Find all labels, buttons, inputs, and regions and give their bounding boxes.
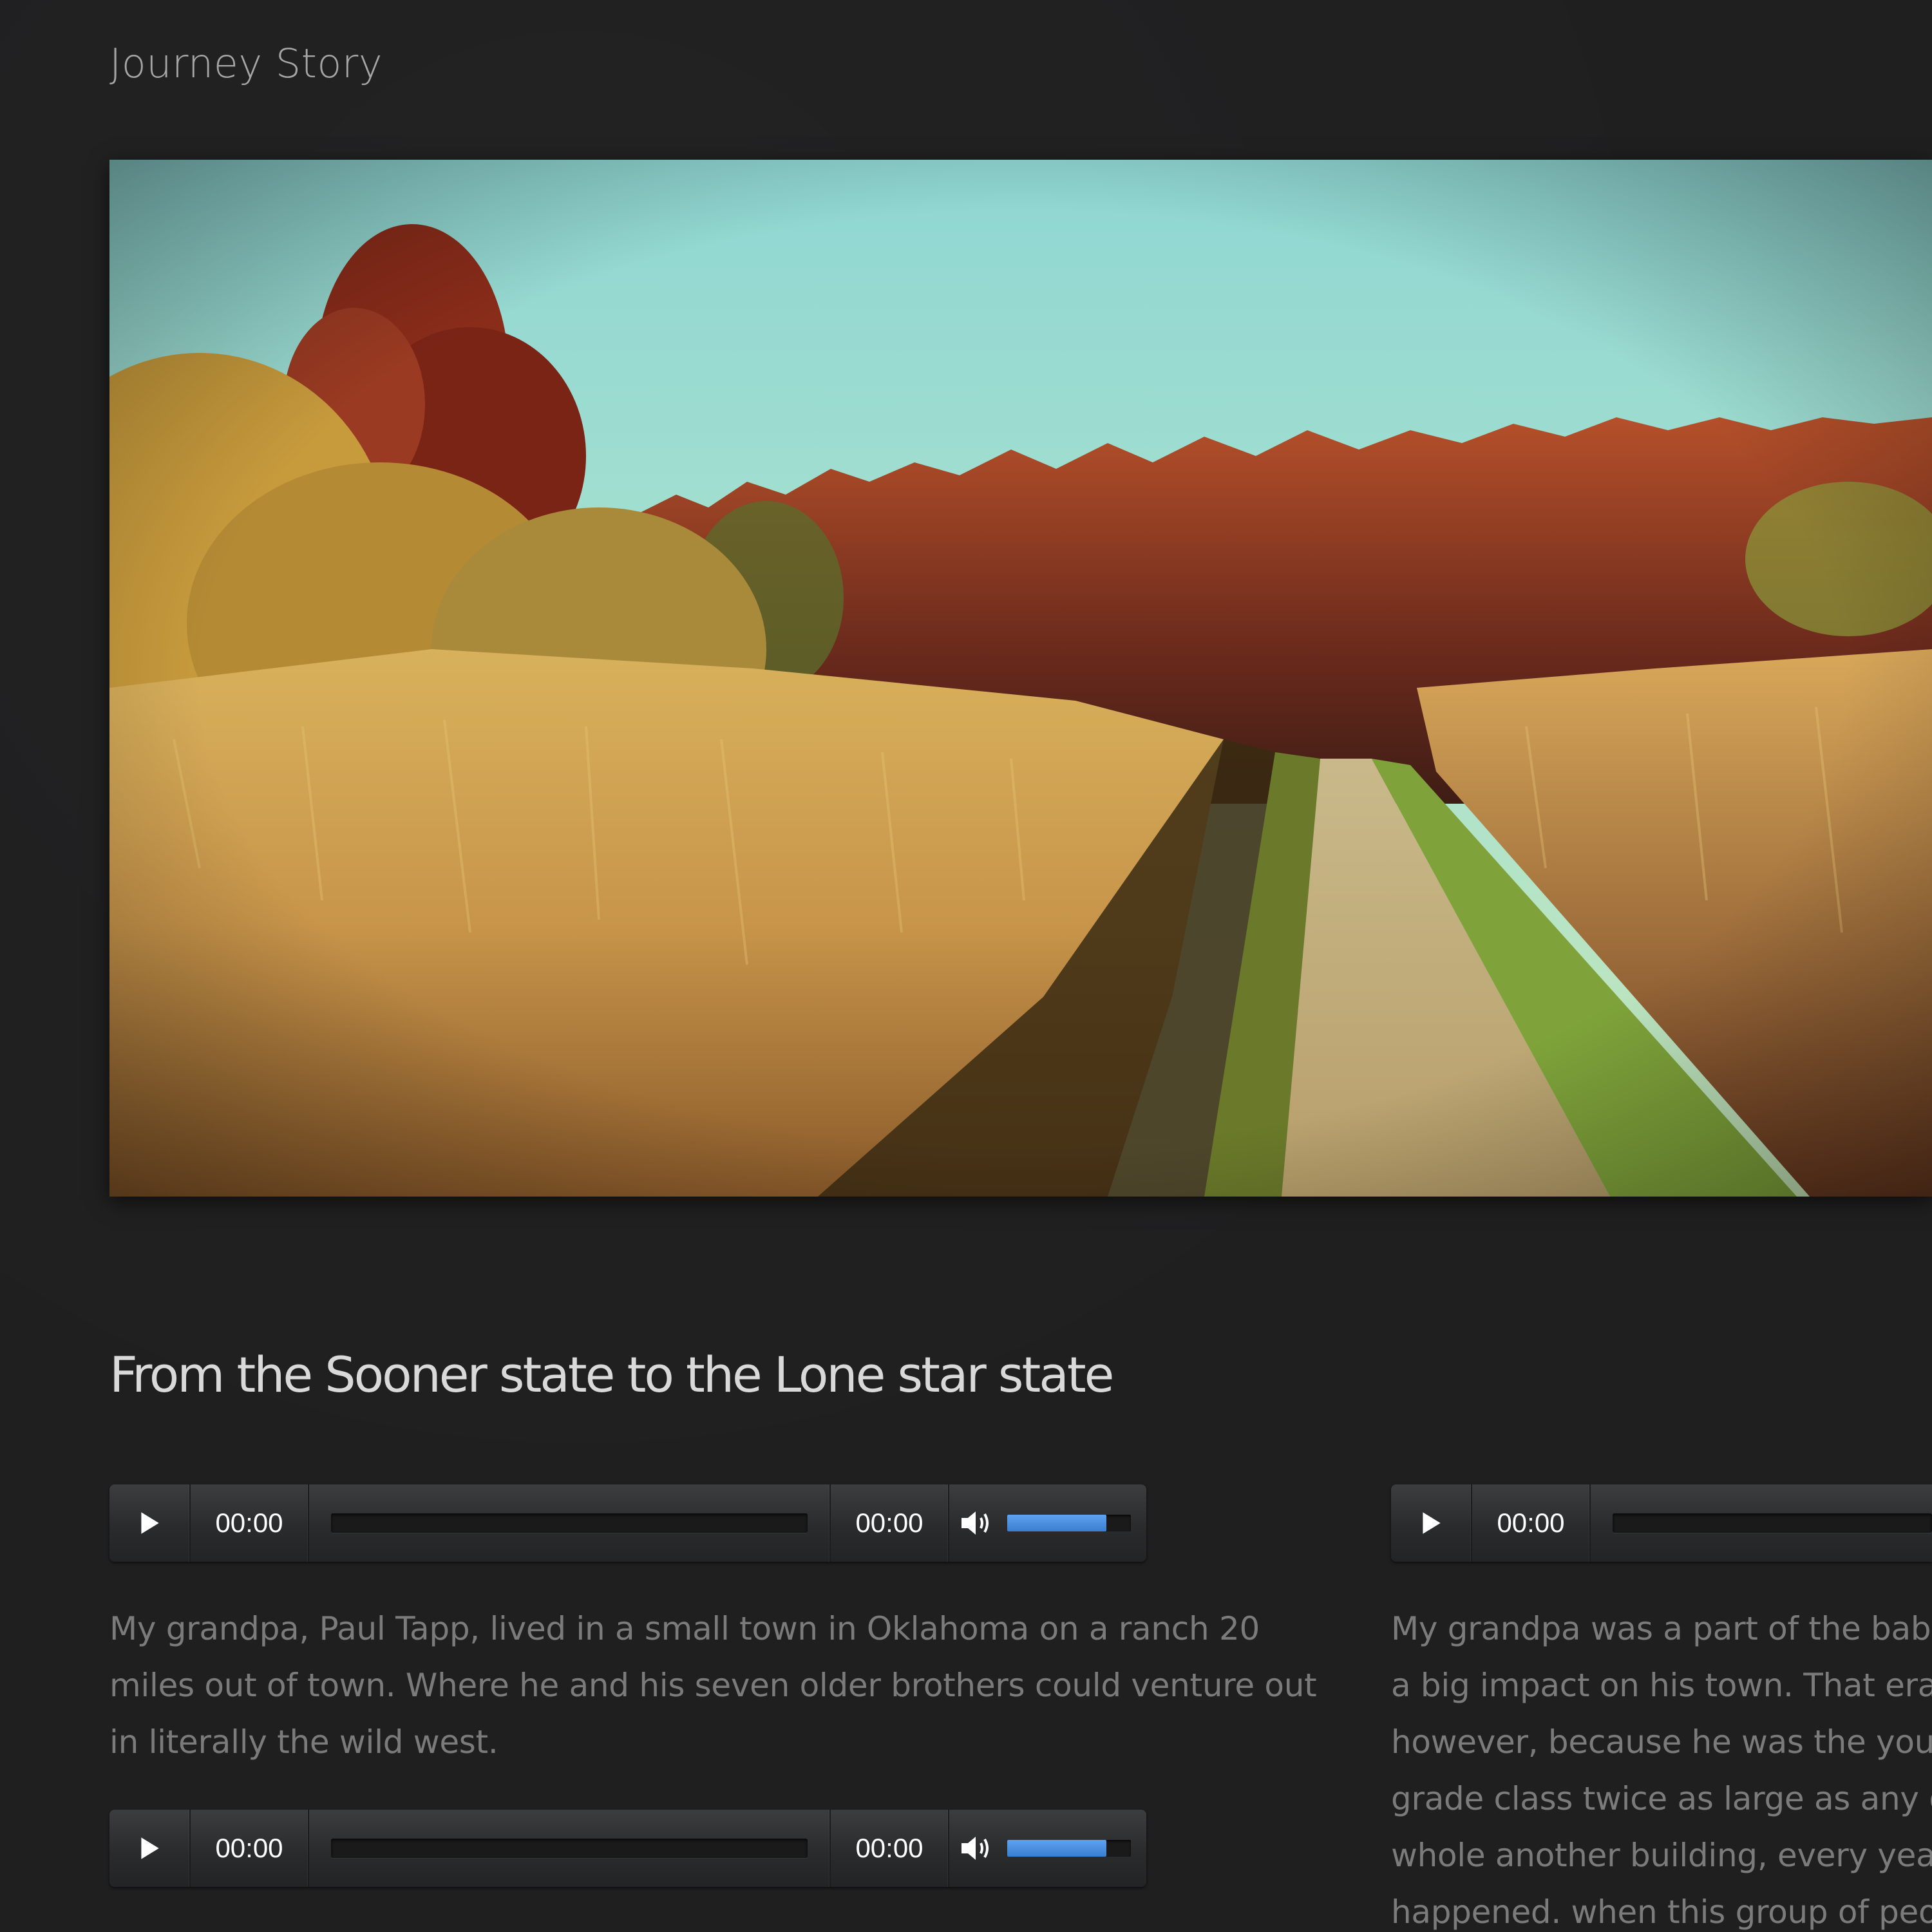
play-icon (141, 1512, 159, 1534)
progress-track[interactable] (331, 1839, 808, 1858)
audio-player: 00:00 (1391, 1484, 1932, 1562)
site-title[interactable]: Journey Story (109, 40, 383, 87)
story-line: whole another building, every year (1391, 1837, 1932, 1874)
story-text-right: My grandpa was a part of the baby a big … (1391, 1600, 1932, 1932)
current-time: 00:00 (191, 1810, 309, 1887)
mute-button[interactable] (949, 1484, 1005, 1562)
story-line: grade class twice as large as any ot (1391, 1780, 1932, 1817)
play-button[interactable] (109, 1810, 191, 1887)
volume-slider[interactable] (1005, 1484, 1146, 1562)
play-icon (1423, 1512, 1441, 1534)
story-text-left: My grandpa, Paul Tapp, lived in a small … (109, 1600, 1317, 1770)
story-line: My grandpa was a part of the baby (1391, 1610, 1932, 1647)
volume-icon (961, 1837, 989, 1860)
volume-track[interactable] (1007, 1840, 1131, 1857)
progress-bar[interactable] (309, 1484, 831, 1562)
story-line: miles out of town. Where he and his seve… (109, 1667, 1317, 1704)
current-time: 00:00 (191, 1484, 309, 1562)
volume-fill (1007, 1840, 1106, 1857)
story-line: however, because he was the youn (1391, 1723, 1932, 1761)
hero-image (109, 160, 1932, 1197)
play-icon (141, 1837, 159, 1859)
volume-icon (961, 1511, 989, 1535)
story-line: in literally the wild west. (109, 1723, 498, 1761)
volume-fill (1007, 1515, 1106, 1531)
volume-track[interactable] (1007, 1515, 1131, 1531)
story-line: a big impact on his town. That era (1391, 1667, 1932, 1704)
duration: 00:00 (831, 1484, 949, 1562)
play-button[interactable] (1391, 1484, 1472, 1562)
progress-track[interactable] (331, 1513, 808, 1533)
progress-bar[interactable] (309, 1810, 831, 1887)
post-title[interactable]: From the Sooner state to the Lone star s… (109, 1346, 1114, 1403)
mute-button[interactable] (949, 1810, 1005, 1887)
current-time: 00:00 (1472, 1484, 1591, 1562)
story-line: happened. when this group of peo (1391, 1893, 1932, 1931)
audio-player: 00:00 00:00 (109, 1484, 1146, 1562)
audio-player: 00:00 00:00 (109, 1810, 1146, 1887)
progress-track[interactable] (1613, 1513, 1932, 1533)
volume-slider[interactable] (1005, 1810, 1146, 1887)
duration: 00:00 (831, 1810, 949, 1887)
play-button[interactable] (109, 1484, 191, 1562)
story-line: My grandpa, Paul Tapp, lived in a small … (109, 1610, 1260, 1647)
progress-bar[interactable] (1591, 1484, 1932, 1562)
